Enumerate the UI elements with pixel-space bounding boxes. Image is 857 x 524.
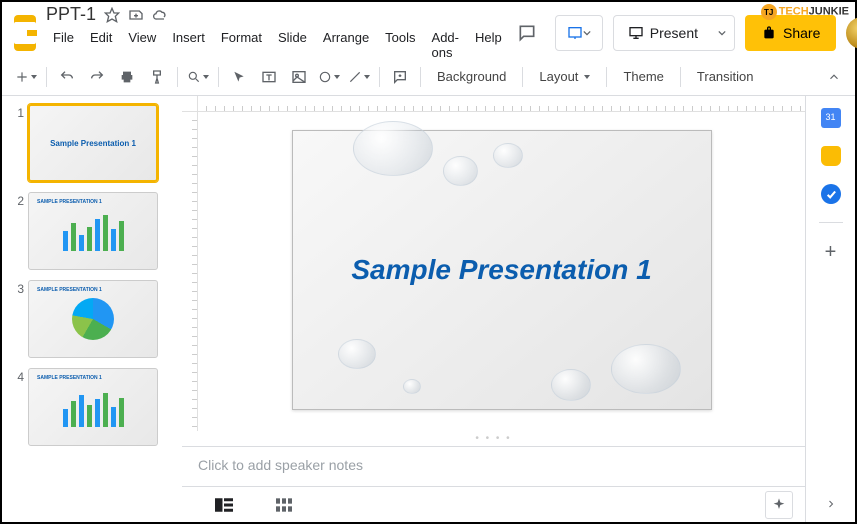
right-sidebar: +: [805, 96, 855, 522]
textbox-tool[interactable]: [255, 63, 283, 91]
droplet-decoration: [443, 156, 478, 186]
cloud-status-icon[interactable]: [152, 7, 168, 23]
slide-thumb-1[interactable]: 1 Sample Presentation 1: [12, 104, 182, 182]
slide-number: 2: [12, 192, 28, 270]
watermark-badge: TJ: [761, 4, 777, 20]
share-button[interactable]: Share: [745, 15, 836, 51]
background-button[interactable]: Background: [427, 63, 516, 91]
droplet-decoration: [338, 339, 376, 369]
slide-panel: 1 Sample Presentation 1 2 SAMPLE PRESENT…: [2, 96, 182, 522]
vertical-ruler[interactable]: [182, 112, 198, 431]
droplet-decoration: [403, 379, 421, 394]
slides-logo[interactable]: [14, 15, 36, 51]
droplet-decoration: [353, 121, 433, 176]
menu-file[interactable]: File: [46, 28, 81, 62]
print-button[interactable]: [113, 63, 141, 91]
share-label: Share: [783, 25, 820, 41]
ruler-corner: [182, 96, 198, 112]
shape-tool[interactable]: [315, 63, 343, 91]
notes-drag-handle[interactable]: • • • •: [182, 431, 805, 446]
comments-icon[interactable]: [509, 15, 545, 51]
paint-format-button[interactable]: [143, 63, 171, 91]
present-label: Present: [650, 25, 698, 41]
menu-insert[interactable]: Insert: [165, 28, 212, 62]
new-slide-button[interactable]: [12, 63, 40, 91]
menu-help[interactable]: Help: [468, 28, 509, 62]
grid-view-button[interactable]: [254, 491, 314, 519]
slide-thumb-2[interactable]: 2 SAMPLE PRESENTATION 1: [12, 192, 182, 270]
main-slide[interactable]: Sample Presentation 1: [292, 130, 712, 410]
bar-chart-icon: [63, 387, 124, 427]
keep-icon[interactable]: [821, 146, 841, 166]
menu-bar: File Edit View Insert Format Slide Arran…: [46, 28, 509, 62]
filmstrip-view-button[interactable]: [194, 491, 254, 519]
thumb-title: Sample Presentation 1: [50, 139, 136, 148]
slide-number: 3: [12, 280, 28, 358]
zoom-button[interactable]: [184, 63, 212, 91]
add-addon-button[interactable]: +: [825, 241, 837, 264]
droplet-decoration: [611, 344, 681, 394]
tasks-icon[interactable]: [821, 184, 841, 204]
pie-chart-icon: [72, 298, 114, 340]
select-tool[interactable]: [225, 63, 253, 91]
menu-tools[interactable]: Tools: [378, 28, 422, 62]
collapse-sidebar-icon[interactable]: [825, 498, 837, 510]
menu-slide[interactable]: Slide: [271, 28, 314, 62]
transition-button[interactable]: Transition: [687, 63, 764, 91]
layout-button[interactable]: Layout: [529, 63, 600, 91]
line-tool[interactable]: [345, 63, 373, 91]
droplet-decoration: [493, 143, 523, 168]
slide-title-text[interactable]: Sample Presentation 1: [351, 254, 651, 286]
slideshow-dropdown[interactable]: [555, 15, 603, 51]
explore-button[interactable]: [765, 491, 793, 519]
calendar-icon[interactable]: [821, 108, 841, 128]
present-dropdown[interactable]: [710, 16, 734, 50]
star-icon[interactable]: [104, 7, 120, 23]
collapse-toolbar-icon[interactable]: [823, 66, 845, 88]
move-icon[interactable]: [128, 7, 144, 23]
slide-number: 1: [12, 104, 28, 182]
canvas[interactable]: Sample Presentation 1: [198, 112, 805, 431]
speaker-notes[interactable]: Click to add speaker notes: [182, 446, 805, 486]
menu-format[interactable]: Format: [214, 28, 269, 62]
menu-arrange[interactable]: Arrange: [316, 28, 376, 62]
comment-tool[interactable]: [386, 63, 414, 91]
menu-edit[interactable]: Edit: [83, 28, 119, 62]
sidebar-divider: [819, 222, 843, 223]
redo-button[interactable]: [83, 63, 111, 91]
menu-addons[interactable]: Add-ons: [425, 28, 466, 62]
watermark: TJTECHJUNKIE: [761, 4, 849, 20]
account-avatar[interactable]: [846, 17, 857, 49]
slide-thumb-3[interactable]: 3 SAMPLE PRESENTATION 1: [12, 280, 182, 358]
document-title[interactable]: PPT-1: [46, 4, 96, 25]
undo-button[interactable]: [53, 63, 81, 91]
menu-view[interactable]: View: [121, 28, 163, 62]
theme-button[interactable]: Theme: [613, 63, 673, 91]
horizontal-ruler[interactable]: [198, 96, 805, 112]
slide-thumb-4[interactable]: 4 SAMPLE PRESENTATION 1: [12, 368, 182, 446]
slide-number: 4: [12, 368, 28, 446]
image-tool[interactable]: [285, 63, 313, 91]
present-button[interactable]: Present: [614, 16, 710, 50]
bar-chart-icon: [63, 211, 124, 251]
droplet-decoration: [551, 369, 591, 401]
